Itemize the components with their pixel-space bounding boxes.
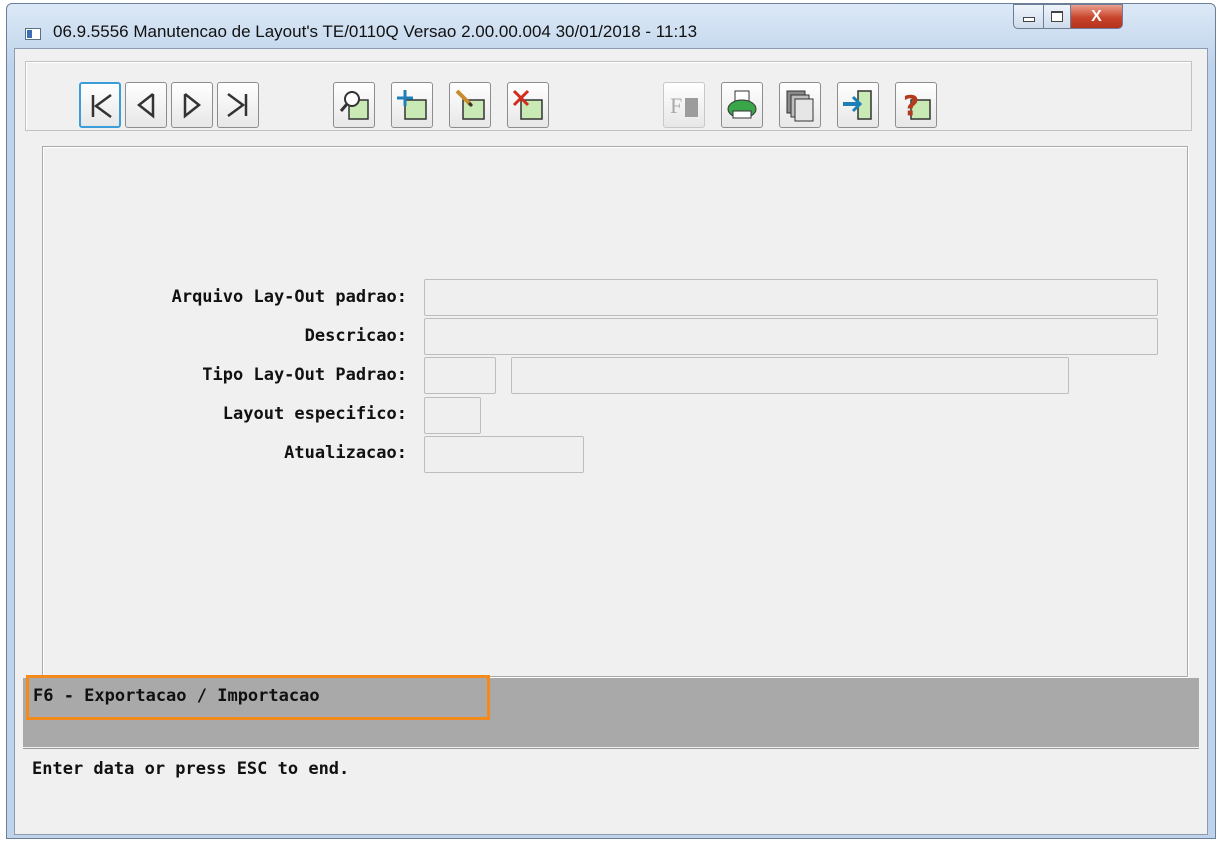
delete-icon xyxy=(512,89,543,120)
layout-especifico-label: Layout especifico: xyxy=(222,404,407,424)
maximize-button[interactable] xyxy=(1043,4,1071,29)
maximize-icon xyxy=(1051,11,1063,22)
tipo-code-field[interactable] xyxy=(424,357,496,394)
first-icon xyxy=(91,93,112,119)
descricao-field[interactable] xyxy=(424,318,1158,355)
svg-text:F: F xyxy=(670,93,682,118)
previous-icon xyxy=(136,93,155,119)
close-icon: X xyxy=(1091,7,1102,25)
atualizacao-label: Atualizacao: xyxy=(284,443,407,463)
previous-record-button[interactable] xyxy=(125,82,167,128)
toolbar: F ? xyxy=(25,61,1192,131)
edit-button[interactable] xyxy=(449,82,491,128)
search-button[interactable] xyxy=(333,82,375,128)
last-record-button[interactable] xyxy=(217,82,259,128)
first-record-button[interactable] xyxy=(79,82,121,128)
search-icon xyxy=(339,91,369,120)
delete-button[interactable] xyxy=(507,82,549,128)
close-button[interactable]: X xyxy=(1070,4,1123,29)
svg-text:?: ? xyxy=(903,89,919,122)
app-window: 06.9.5556 Manutencao de Layout's TE/0110… xyxy=(6,3,1216,839)
status-message: Enter data or press ESC to end. xyxy=(32,759,350,779)
tipo-label: Tipo Lay-Out Padrao: xyxy=(202,365,407,385)
filter-icon: F xyxy=(670,93,698,118)
copy-button[interactable] xyxy=(779,82,821,128)
help-button[interactable]: ? xyxy=(895,82,937,128)
print-icon xyxy=(727,90,757,119)
app-icon[interactable] xyxy=(25,28,41,40)
arquivo-field[interactable] xyxy=(424,279,1158,316)
descricao-label: Descricao: xyxy=(304,326,407,346)
next-icon xyxy=(183,93,202,119)
arquivo-label: Arquivo Lay-Out padrao: xyxy=(171,287,407,307)
window-title: 06.9.5556 Manutencao de Layout's TE/0110… xyxy=(53,22,698,41)
atualizacao-field[interactable] xyxy=(424,436,584,473)
edit-icon xyxy=(455,89,485,120)
minimize-icon xyxy=(1022,17,1035,22)
annotation-highlight xyxy=(26,675,490,720)
print-button[interactable] xyxy=(721,82,763,128)
copy-icon xyxy=(786,90,814,122)
help-icon: ? xyxy=(903,89,931,122)
exit-button[interactable] xyxy=(837,82,879,128)
last-icon xyxy=(227,92,248,118)
next-record-button[interactable] xyxy=(171,82,213,128)
filter-button[interactable]: F xyxy=(663,82,705,128)
tipo-description-field[interactable] xyxy=(511,357,1069,394)
form-panel xyxy=(42,146,1188,677)
add-button[interactable] xyxy=(391,82,433,128)
title-bar[interactable]: 06.9.5556 Manutencao de Layout's TE/0110… xyxy=(7,4,1215,48)
exit-icon xyxy=(843,90,872,120)
add-icon xyxy=(397,90,427,120)
layout-especifico-field[interactable] xyxy=(424,397,481,434)
minimize-button[interactable] xyxy=(1013,4,1044,29)
